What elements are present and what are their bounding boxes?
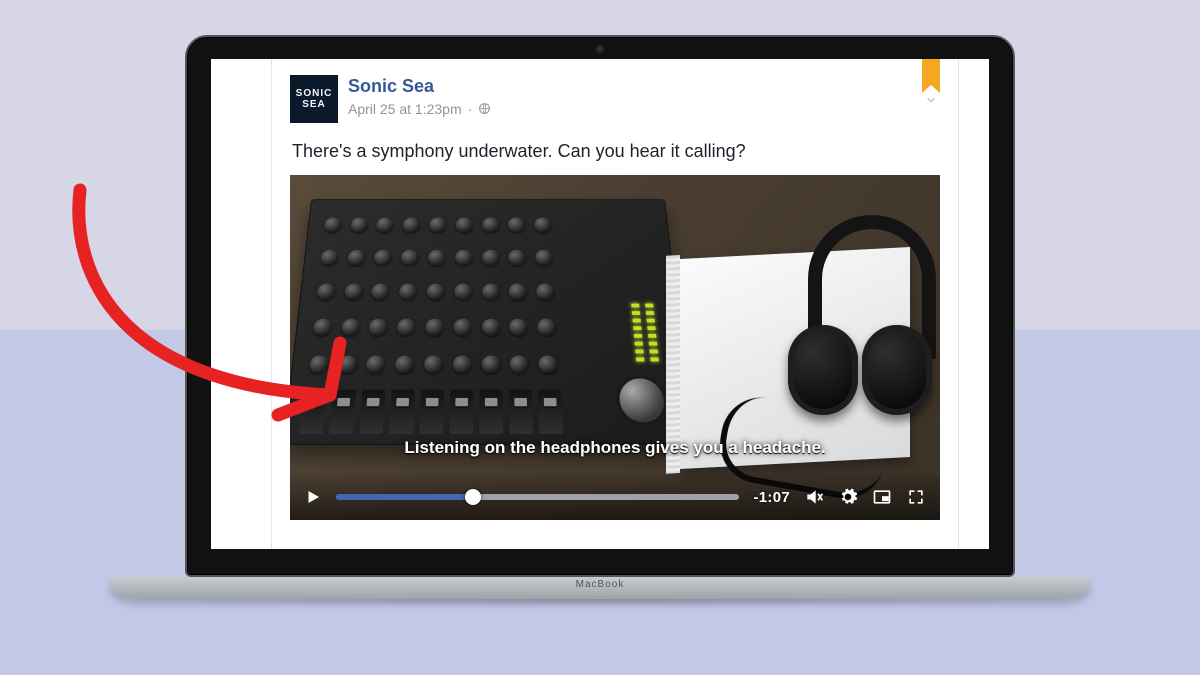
post-body-text: There's a symphony underwater. Can you h… bbox=[292, 139, 938, 163]
page-avatar[interactable]: SONIC SEA bbox=[290, 75, 338, 123]
video-still-mixer bbox=[290, 200, 693, 446]
post-header: SONIC SEA Sonic Sea April 25 at 1:23pm · bbox=[290, 75, 940, 123]
mute-button[interactable] bbox=[804, 487, 824, 507]
laptop-shadow bbox=[125, 599, 1075, 607]
avatar-text: SONIC SEA bbox=[296, 88, 333, 110]
globe-icon[interactable] bbox=[478, 102, 491, 115]
laptop-mockup: SONIC SEA Sonic Sea April 25 at 1:23pm · bbox=[185, 35, 1015, 607]
post-options-button[interactable] bbox=[924, 93, 938, 107]
settings-button[interactable] bbox=[838, 487, 858, 507]
play-button[interactable] bbox=[304, 488, 322, 506]
video-caption: Listening on the headphones gives you a … bbox=[404, 438, 825, 458]
laptop-brand-label: MacBook bbox=[576, 579, 625, 590]
social-post-card: SONIC SEA Sonic Sea April 25 at 1:23pm · bbox=[271, 59, 959, 549]
progress-fill bbox=[336, 494, 473, 500]
bookmark-ribbon-icon[interactable] bbox=[922, 59, 940, 85]
laptop-screen: SONIC SEA Sonic Sea April 25 at 1:23pm · bbox=[211, 59, 989, 549]
timestamp-row: April 25 at 1:23pm · bbox=[348, 101, 491, 117]
fullscreen-button[interactable] bbox=[906, 487, 926, 507]
laptop-base: MacBook bbox=[110, 577, 1090, 599]
time-remaining: -1:07 bbox=[753, 489, 790, 506]
pip-button[interactable] bbox=[872, 487, 892, 507]
laptop-bezel: SONIC SEA Sonic Sea April 25 at 1:23pm · bbox=[185, 35, 1015, 577]
post-timestamp[interactable]: April 25 at 1:23pm bbox=[348, 101, 462, 117]
video-player[interactable]: Listening on the headphones gives you a … bbox=[290, 175, 940, 520]
dot-separator: · bbox=[468, 101, 473, 117]
video-controls: -1:07 bbox=[290, 474, 940, 520]
post-meta: Sonic Sea April 25 at 1:23pm · bbox=[348, 75, 491, 117]
progress-thumb[interactable] bbox=[465, 489, 481, 505]
video-progress-bar[interactable] bbox=[336, 494, 739, 500]
video-still-headphones bbox=[790, 215, 930, 475]
page-name-link[interactable]: Sonic Sea bbox=[348, 77, 491, 97]
webcam-icon bbox=[596, 45, 604, 53]
video-still-background bbox=[290, 175, 940, 520]
